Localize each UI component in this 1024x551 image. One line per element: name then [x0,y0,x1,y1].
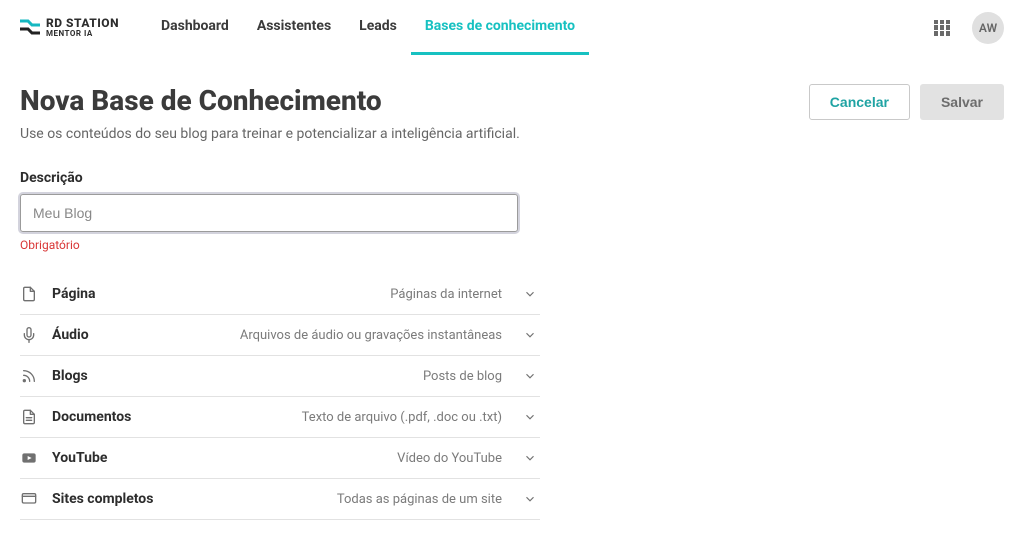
source-row-page[interactable]: Página Páginas da internet [20,274,540,315]
chevron-down-icon [520,369,540,383]
save-button[interactable]: Salvar [920,84,1004,120]
source-desc: Todas as páginas de um site [337,492,506,507]
source-title: Sites completos [52,491,153,507]
descricao-help: Obrigatório [20,238,518,252]
source-title: Documentos [52,409,131,425]
descricao-label: Descrição [20,170,518,186]
avatar-initials: AW [979,21,997,35]
source-row-doc[interactable]: Documentos Texto de arquivo (.pdf, .doc … [20,397,540,438]
source-row-mic[interactable]: Áudio Arquivos de áudio ou gravações ins… [20,315,540,356]
nav-dashboard[interactable]: Dashboard [147,0,243,55]
page-subtitle: Use os conteúdos do seu blog para treina… [20,126,1004,142]
nav-leads[interactable]: Leads [345,0,411,55]
source-desc: Vídeo do YouTube [397,451,506,466]
descricao-input-wrap [20,194,518,232]
source-title: Áudio [52,327,89,343]
chevron-down-icon [520,410,540,424]
source-title: Blogs [52,368,88,384]
source-row-youtube[interactable]: YouTube Vídeo do YouTube [20,438,540,479]
site-icon [20,490,38,508]
page-icon [20,285,38,303]
doc-icon [20,408,38,426]
source-title: Página [52,286,95,302]
avatar[interactable]: AW [972,12,1004,44]
chevron-down-icon [520,287,540,301]
chevron-down-icon [520,328,540,342]
page-actions: Cancelar Salvar [809,84,1004,120]
chevron-down-icon [520,492,540,506]
source-row-site[interactable]: Sites completos Todas as páginas de um s… [20,479,540,520]
brand-line1: RD STATION [46,17,119,30]
source-row-rss[interactable]: Blogs Posts de blog [20,356,540,397]
brand-logo[interactable]: RD STATION MENTOR IA [20,17,119,39]
app-switcher-icon[interactable] [934,20,950,36]
nav-bases[interactable]: Bases de conhecimento [411,0,589,55]
cancel-button[interactable]: Cancelar [809,84,910,120]
logo-icon [20,19,40,35]
source-desc: Arquivos de áudio ou gravações instantân… [240,328,506,343]
source-title: YouTube [52,450,107,466]
source-desc: Texto de arquivo (.pdf, .doc ou .txt) [302,410,506,425]
main-nav: Dashboard Assistentes Leads Bases de con… [147,0,589,55]
top-nav: RD STATION MENTOR IA Dashboard Assistent… [0,0,1024,56]
nav-assistentes[interactable]: Assistentes [243,0,345,55]
chevron-down-icon [520,451,540,465]
youtube-icon [20,449,38,467]
rss-icon [20,367,38,385]
page-title: Nova Base de Conhecimento [20,84,382,117]
source-desc: Páginas da internet [390,287,506,302]
brand-line2: MENTOR IA [46,30,119,39]
mic-icon [20,326,38,344]
descricao-input[interactable] [21,195,517,231]
source-list: Página Páginas da internet Áudio Arquivo… [20,274,540,520]
source-desc: Posts de blog [423,369,506,384]
